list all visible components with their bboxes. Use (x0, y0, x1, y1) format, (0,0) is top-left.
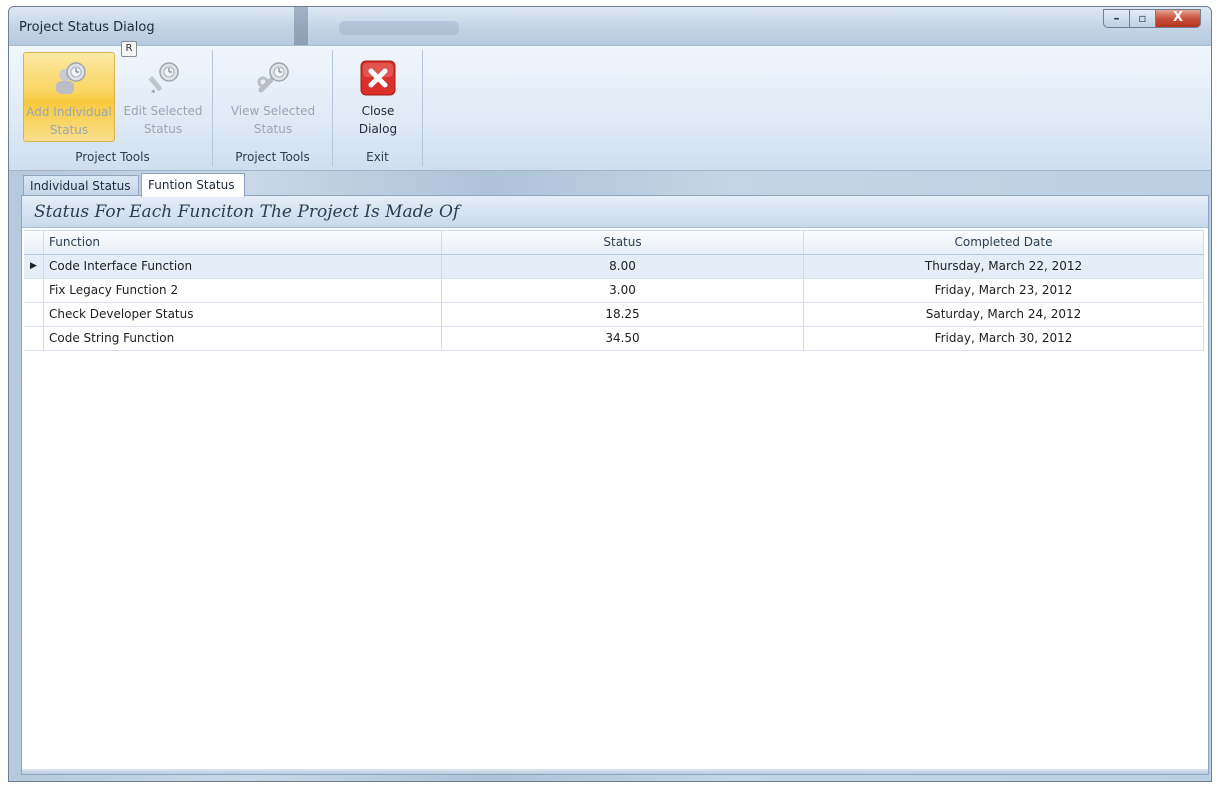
ribbon: Add Individual Status Edit Selected Stat… (9, 45, 1211, 171)
status-cell[interactable]: 34.50 (442, 327, 804, 350)
function-cell[interactable]: Check Developer Status (44, 303, 442, 326)
maximize-button[interactable]: ▫ (1129, 9, 1155, 28)
function-cell[interactable]: Code String Function (44, 327, 442, 350)
add-status-icon (56, 62, 86, 94)
function-status-panel: Status For Each Funciton The Project Is … (21, 195, 1209, 775)
function-status-grid: Function Status Completed Date ▶ Code In… (24, 230, 1204, 351)
ribbon-group-project-tools: Add Individual Status Edit Selected Stat… (13, 50, 213, 166)
close-window-button[interactable]: X (1155, 9, 1201, 28)
edit-selected-status-label: Edit Selected Status (123, 104, 203, 136)
completed-date-cell[interactable]: Saturday, March 24, 2012 (804, 303, 1204, 326)
completed-date-cell[interactable]: Friday, March 23, 2012 (804, 279, 1204, 302)
view-selected-status-button[interactable]: View Selected Status (221, 52, 325, 142)
row-indicator-header (24, 231, 44, 254)
close-dialog-label: Close Dialog (358, 104, 398, 136)
column-header-function[interactable]: Function (44, 231, 442, 254)
titlebar-background-artifact (339, 21, 459, 35)
close-icon: X (1172, 10, 1184, 25)
completed-date-cell[interactable]: Thursday, March 22, 2012 (804, 255, 1204, 278)
window-controls: – ▫ X (1103, 9, 1201, 28)
ribbon-keytip: R (121, 41, 137, 57)
ribbon-group-label: Exit (366, 150, 389, 164)
column-header-completed-date[interactable]: Completed Date (804, 231, 1204, 254)
ribbon-group-label: Project Tools (235, 150, 310, 164)
close-dialog-icon (360, 60, 396, 96)
panel-caption: Status For Each Funciton The Project Is … (22, 196, 1208, 228)
view-selected-status-label: View Selected Status (230, 104, 316, 136)
ribbon-group-exit: Close Dialog Exit (333, 50, 423, 166)
table-row[interactable]: ▶ Code Interface Function 8.00 Thursday,… (24, 255, 1204, 279)
edit-selected-status-button[interactable]: Edit Selected Status (117, 52, 209, 142)
title-bar[interactable]: Project Status Dialog – ▫ X (9, 7, 1211, 45)
minimize-icon: – (1113, 11, 1120, 25)
column-header-status[interactable]: Status (442, 231, 804, 254)
status-cell[interactable]: 3.00 (442, 279, 804, 302)
function-cell[interactable]: Fix Legacy Function 2 (44, 279, 442, 302)
close-dialog-button[interactable]: Close Dialog (341, 52, 415, 142)
ribbon-group-label: Project Tools (75, 150, 150, 164)
grid-header-row: Function Status Completed Date (24, 230, 1204, 255)
row-indicator (24, 303, 44, 326)
row-indicator (24, 327, 44, 350)
ribbon-group-project-tools-view: View Selected Status Project Tools (213, 50, 333, 166)
panel-bottom-border (22, 769, 1208, 774)
completed-date-cell[interactable]: Friday, March 30, 2012 (804, 327, 1204, 350)
status-cell[interactable]: 18.25 (442, 303, 804, 326)
view-status-icon (257, 62, 289, 93)
project-status-window: Project Status Dialog – ▫ X R Add Indivi… (8, 6, 1212, 782)
row-indicator: ▶ (24, 255, 44, 278)
minimize-button[interactable]: – (1103, 9, 1129, 28)
table-row[interactable]: Check Developer Status 18.25 Saturday, M… (24, 303, 1204, 327)
function-cell[interactable]: Code Interface Function (44, 255, 442, 278)
table-row[interactable]: Code String Function 34.50 Friday, March… (24, 327, 1204, 351)
window-title: Project Status Dialog (19, 20, 155, 35)
table-row[interactable]: Fix Legacy Function 2 3.00 Friday, March… (24, 279, 1204, 303)
maximize-icon: ▫ (1138, 11, 1147, 25)
tab-funtion-status[interactable]: Funtion Status (141, 173, 245, 197)
add-individual-status-button[interactable]: Add Individual Status (23, 52, 115, 142)
edit-status-icon (148, 62, 179, 93)
titlebar-background-artifact (294, 7, 308, 45)
current-row-arrow-icon: ▶ (30, 261, 37, 271)
tab-individual-status[interactable]: Individual Status (23, 175, 139, 197)
status-cell[interactable]: 8.00 (442, 255, 804, 278)
row-indicator (24, 279, 44, 302)
add-individual-status-label: Add Individual Status (26, 105, 112, 137)
